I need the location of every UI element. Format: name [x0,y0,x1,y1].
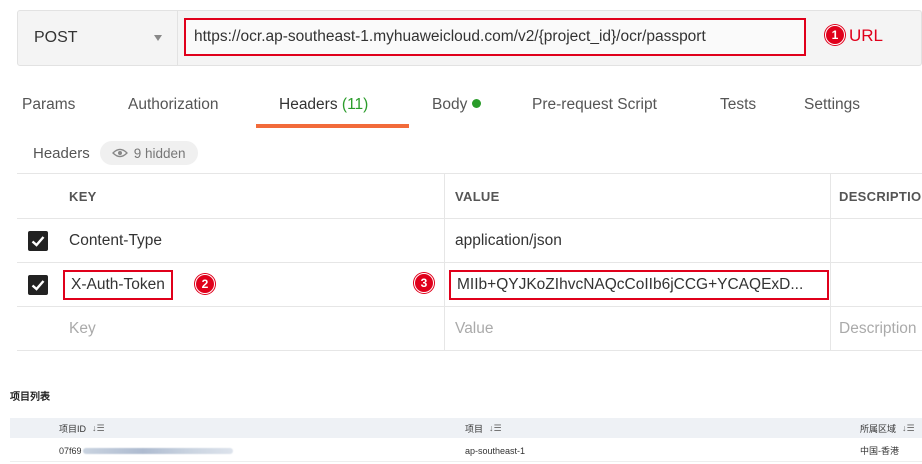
status-dot-icon [472,99,482,109]
method-select[interactable]: POST [18,11,178,65]
column-header-key: KEY [59,174,445,218]
table-row: X-Auth-Token MIIb+QYJKoZIhvcNAQcCoIIb6jC… [17,263,922,307]
token-key-highlight: X-Auth-Token [63,269,173,300]
eye-icon [111,148,128,158]
row-checkbox-cell [17,307,59,350]
request-bar: POST https://ocr.ap-southeast-1.myhuawei… [17,10,922,66]
url-annotation-label: URL [849,26,884,45]
tab-authorization[interactable]: Authorization [128,96,218,114]
chevron-down-icon [154,35,162,41]
checkmark-icon [31,279,45,291]
description-cell[interactable] [831,263,922,306]
description-input[interactable]: Description [831,307,922,350]
token-value-highlight: MIIb+QYJKoZIhvcNAQcCoIIb6jCCG+YCAQExD... [449,269,829,300]
column-header-value: VALUE [445,174,831,218]
tab-pre-request-script[interactable]: Pre-request Script [532,96,657,114]
tab-label: Params [22,96,76,113]
key-text: Content-Type [69,231,163,249]
tab-settings[interactable]: Settings [804,96,860,114]
key-cell[interactable]: X-Auth-Token [59,263,445,306]
key-cell[interactable]: Content-Type [59,219,445,262]
value-input[interactable]: Value [445,307,831,350]
value-cell[interactable]: application/json [445,219,831,262]
column-header-project-id[interactable]: 项目ID ↓☰ [59,418,105,438]
redacted-id [82,447,233,454]
table-header-row: KEY VALUE DESCRIPTION [17,173,922,219]
tab-label: Body [432,96,468,113]
headers-title: Headers [33,144,90,162]
tab-params[interactable]: Params [22,96,75,114]
annotation-badge-2: 2 [195,274,215,294]
sort-icon: ↓☰ [902,422,915,433]
headers-subheader: Headers 9 hidden [33,140,198,166]
project-list-title: 项目列表 [10,392,50,403]
checkmark-icon [31,235,45,247]
row-checkbox[interactable] [28,230,48,251]
tab-label: Settings [804,96,861,113]
table-row: 07f69 ap-southeast-1 中国-香港 [10,440,922,462]
tab-label: Headers [279,96,342,113]
row-checkbox-cell [17,263,59,306]
table-row-new: Key Value Description [17,307,922,351]
active-tab-indicator [256,124,409,128]
project-table-header: 项目ID ↓☰ 项目 ↓☰ 所属区域 ↓☰ [10,418,922,438]
key-input[interactable]: Key [59,307,445,350]
value-text: MIIb+QYJKoZIhvcNAQcCoIIb6jCCG+YCAQExD... [457,275,804,293]
project-name-cell: ap-southeast-1 [465,445,526,456]
row-checkbox[interactable] [28,274,48,295]
tab-tests[interactable]: Tests [720,96,756,114]
header-label: 项目ID [59,423,87,434]
annotation-badge-3: 3 [414,273,434,293]
row-checkbox-cell [17,219,59,262]
method-label: POST [34,29,78,46]
tab-count: (11) [341,96,369,113]
hidden-headers-toggle[interactable]: 9 hidden [99,141,198,165]
sort-icon: ↓☰ [489,422,502,433]
value-text: application/json [455,231,562,249]
header-label: 所属区域 [860,423,897,434]
key-text: X-Auth-Token [71,275,165,293]
tab-headers[interactable]: Headers (11) [279,96,368,114]
tab-label: Pre-request Script [532,96,657,113]
column-header-region[interactable]: 所属区域 ↓☰ [860,418,915,438]
column-header-description: DESCRIPTION [839,188,922,204]
description-cell[interactable] [831,219,922,262]
hidden-count: 9 hidden [133,145,186,161]
annotation-badge-1: 1 [825,25,845,45]
sort-icon: ↓☰ [92,422,105,433]
table-row: Content-Type application/json [17,219,922,263]
header-label: 项目 [465,423,484,434]
request-tabs: Params Authorization Headers (11) Body P… [0,96,922,132]
region-cell: 中国-香港 [860,446,899,456]
tab-label: Authorization [128,96,219,113]
value-cell[interactable]: MIIb+QYJKoZIhvcNAQcCoIIb6jCCG+YCAQExD... [445,263,831,306]
url-text: https://ocr.ap-southeast-1.myhuaweicloud… [194,28,706,45]
tab-label: Tests [720,96,757,113]
project-id-cell: 07f69 [59,440,233,461]
column-header-project[interactable]: 项目 ↓☰ [465,418,502,438]
url-input[interactable]: https://ocr.ap-southeast-1.myhuaweicloud… [184,18,806,56]
tab-body[interactable]: Body [432,96,482,114]
project-id-text: 07f69 [59,445,82,456]
checkbox-column-header [17,174,59,218]
